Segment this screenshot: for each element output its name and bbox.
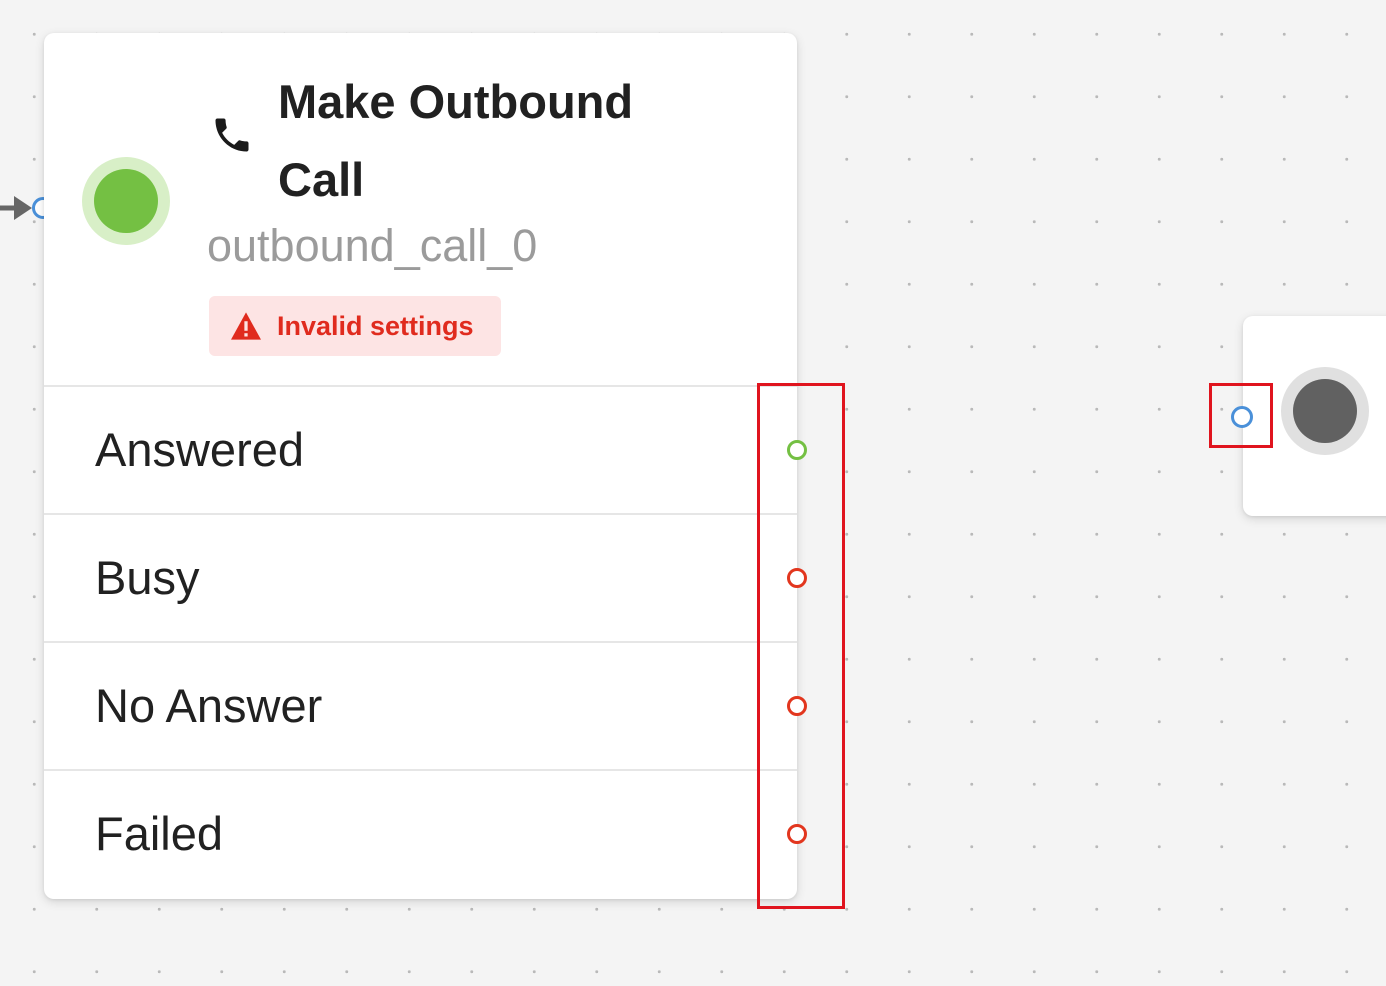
outcome-row-busy[interactable]: Busy bbox=[44, 515, 807, 643]
outcome-label: No Answer bbox=[95, 679, 323, 732]
next-node-input-port[interactable] bbox=[1231, 406, 1253, 428]
status-indicator bbox=[1281, 367, 1369, 455]
node-title: Make Outbound Call bbox=[278, 75, 634, 206]
outcome-label: Answered bbox=[95, 423, 304, 476]
warning-triangle-icon bbox=[231, 312, 261, 340]
outcome-label: Failed bbox=[95, 807, 224, 860]
outcome-row-answered[interactable]: Answered bbox=[44, 387, 807, 515]
next-node[interactable] bbox=[1243, 316, 1386, 516]
node-subtitle: outbound_call_0 bbox=[207, 220, 538, 271]
incoming-arrow-icon bbox=[0, 196, 32, 220]
status-dot bbox=[1293, 379, 1357, 443]
status-dot bbox=[94, 169, 158, 233]
output-port-answered[interactable] bbox=[787, 440, 807, 460]
output-port-no-answer[interactable] bbox=[787, 696, 807, 716]
outcome-row-failed[interactable]: Failed bbox=[44, 771, 807, 899]
warning-label: Invalid settings bbox=[277, 310, 474, 341]
output-port-busy[interactable] bbox=[787, 568, 807, 588]
phone-icon bbox=[215, 118, 249, 152]
output-port-failed[interactable] bbox=[787, 824, 807, 844]
flow-canvas[interactable]: Make Outbound Call outbound_call_0 Inval… bbox=[0, 0, 1386, 986]
outcome-label: Busy bbox=[95, 551, 200, 604]
status-indicator bbox=[82, 157, 170, 245]
node-header: Make Outbound Call outbound_call_0 Inval… bbox=[44, 33, 797, 387]
outcome-row-no-answer[interactable]: No Answer bbox=[44, 643, 807, 771]
warning-badge[interactable]: Invalid settings bbox=[209, 296, 501, 356]
make-outbound-call-node[interactable]: Make Outbound Call outbound_call_0 Inval… bbox=[44, 33, 807, 899]
